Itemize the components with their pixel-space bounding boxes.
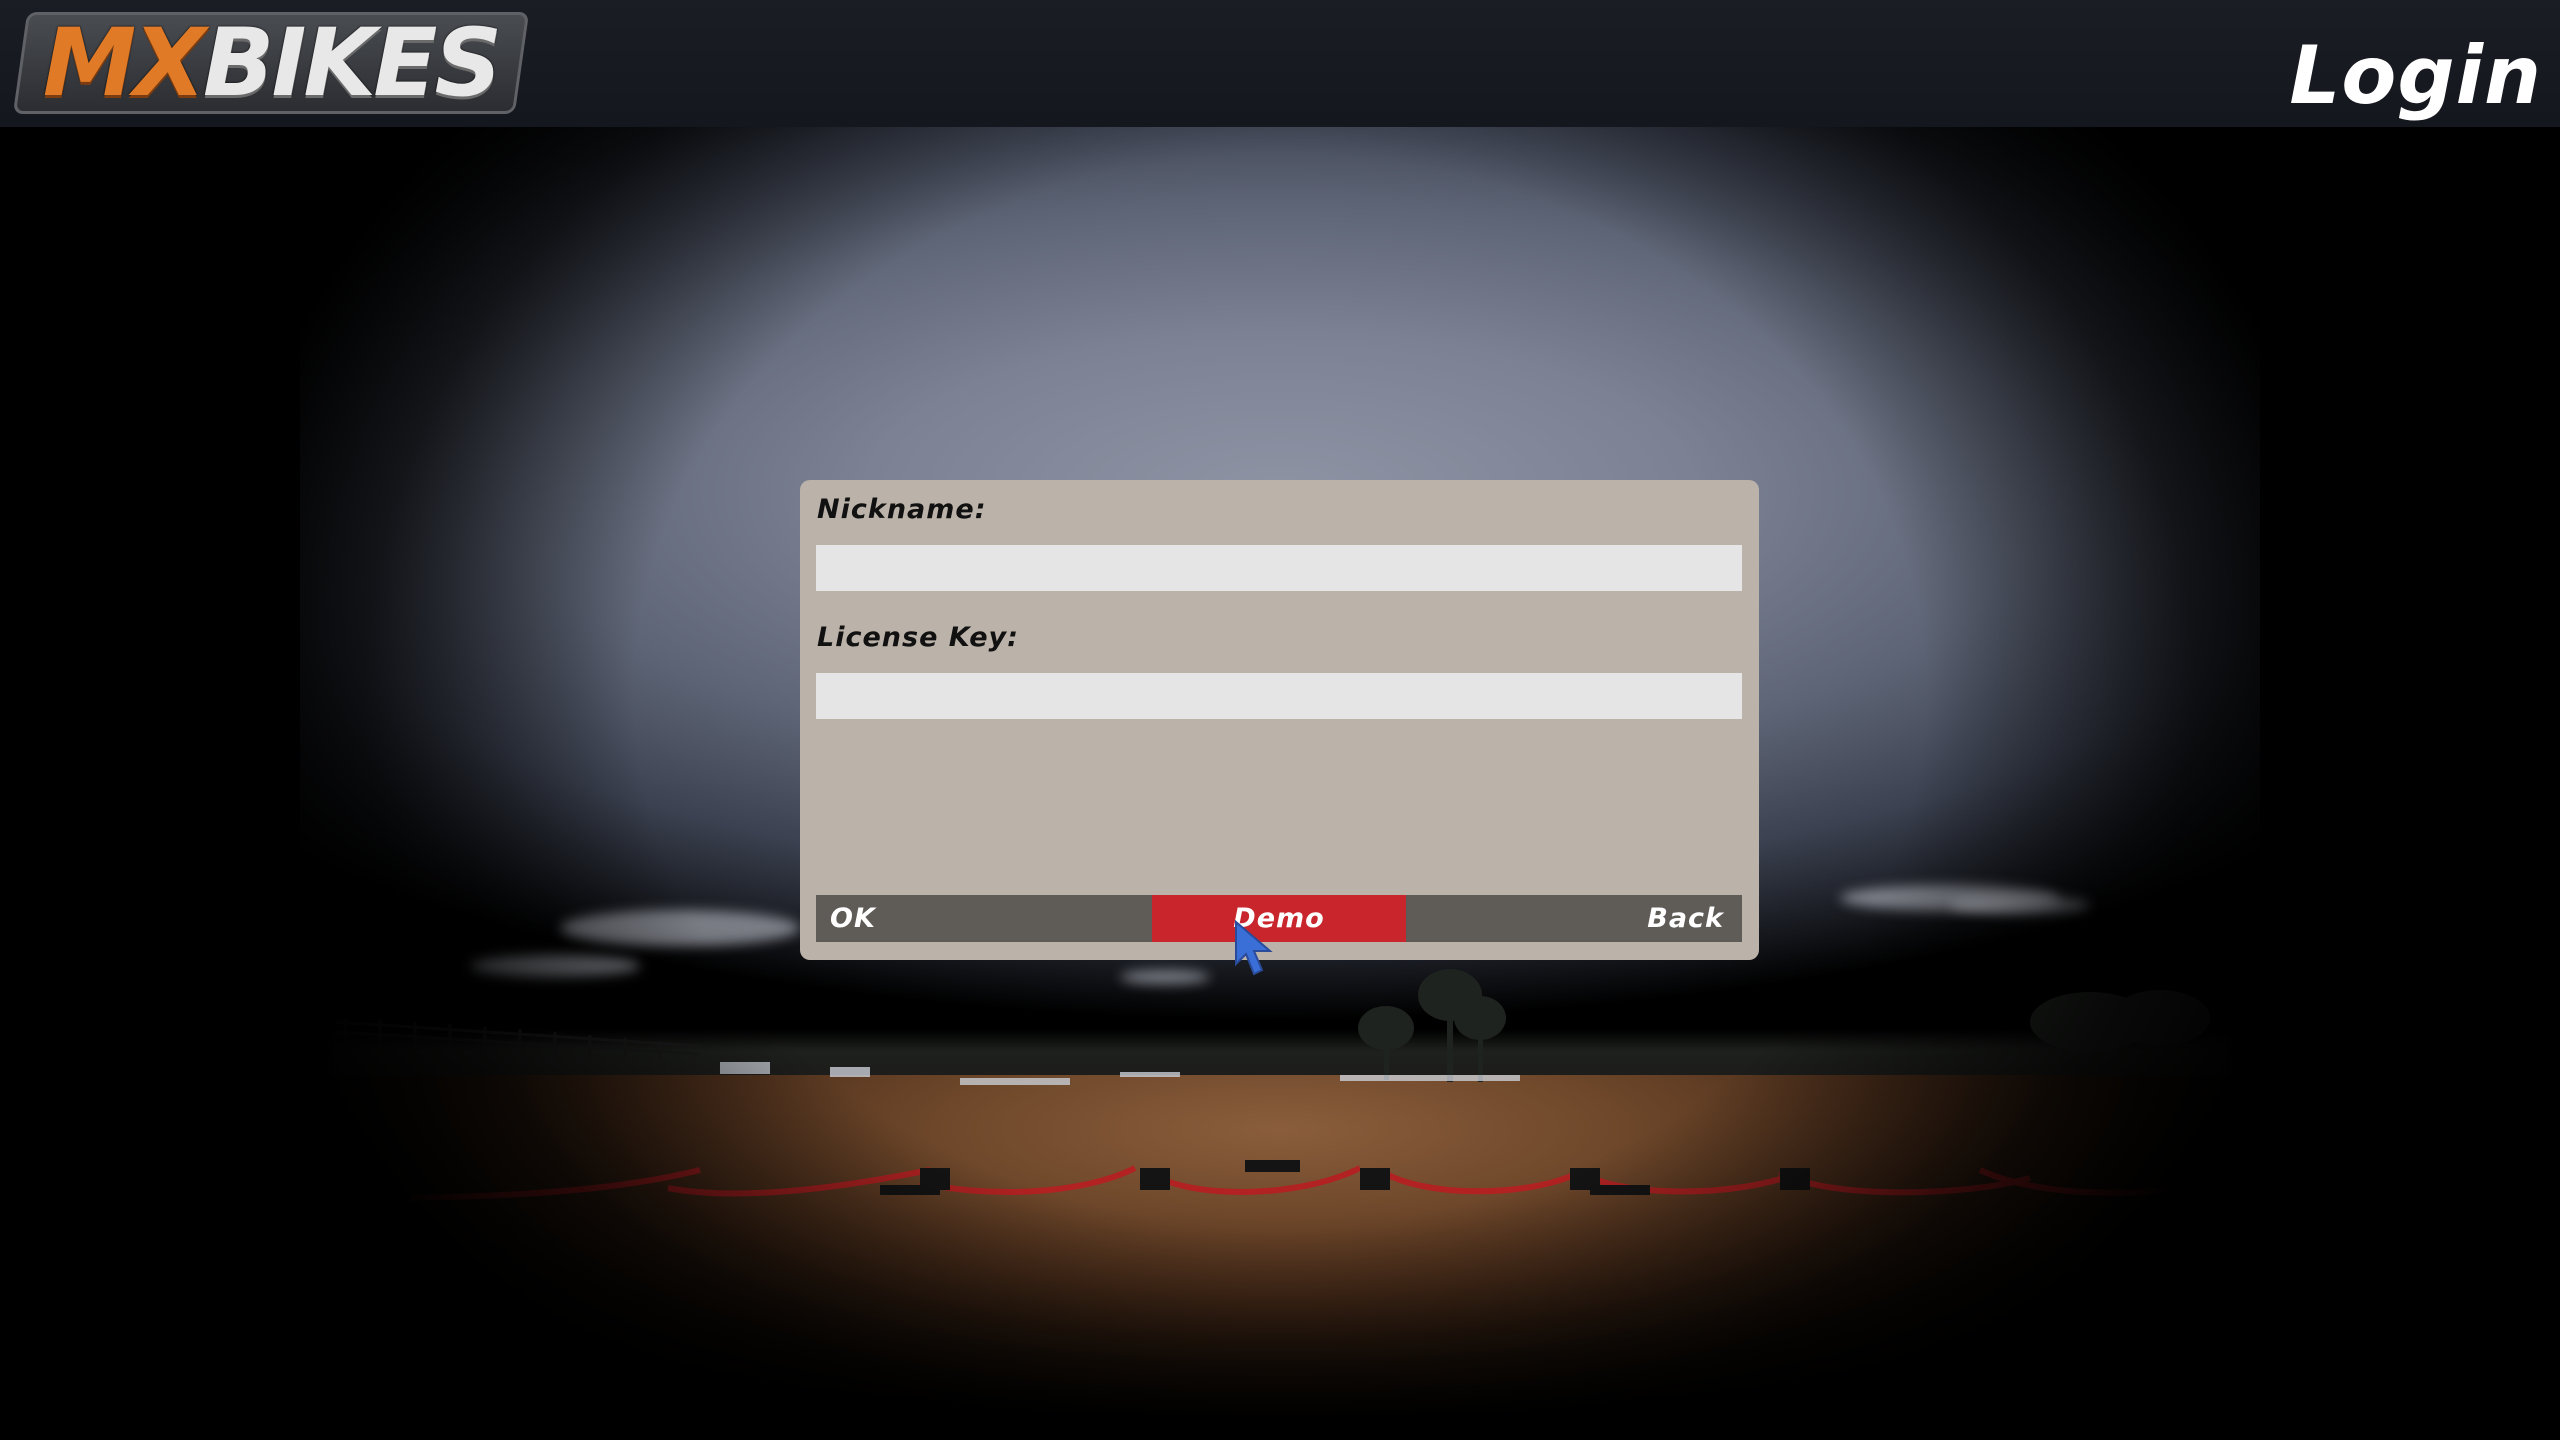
login-dialog: Nickname: License Key: OK Demo Back xyxy=(800,480,1759,960)
license-key-label: License Key: xyxy=(817,622,1019,653)
nickname-input[interactable] xyxy=(816,545,1742,591)
back-button[interactable]: Back xyxy=(1406,895,1742,942)
fence xyxy=(334,1018,701,1059)
page-title: Login xyxy=(2289,29,2542,122)
top-bar: MX BIKES Login xyxy=(0,0,2560,127)
game-scene: MX BIKES Login Nickname: License Key: OK… xyxy=(0,0,2560,1440)
nickname-label: Nickname: xyxy=(817,494,987,525)
logo-mx-text: MX xyxy=(42,12,203,114)
trees xyxy=(1358,969,2210,1082)
mx-bikes-logo: MX BIKES xyxy=(12,12,530,114)
start-gates xyxy=(409,1165,2201,1201)
mouse-pointer-icon xyxy=(1235,920,1273,976)
start-gate-posts xyxy=(19,1158,1810,1195)
banners xyxy=(720,1062,1520,1085)
logo-bikes-text: BIKES xyxy=(202,12,500,114)
license-key-input[interactable] xyxy=(816,673,1742,719)
ok-button[interactable]: OK xyxy=(816,895,1152,942)
